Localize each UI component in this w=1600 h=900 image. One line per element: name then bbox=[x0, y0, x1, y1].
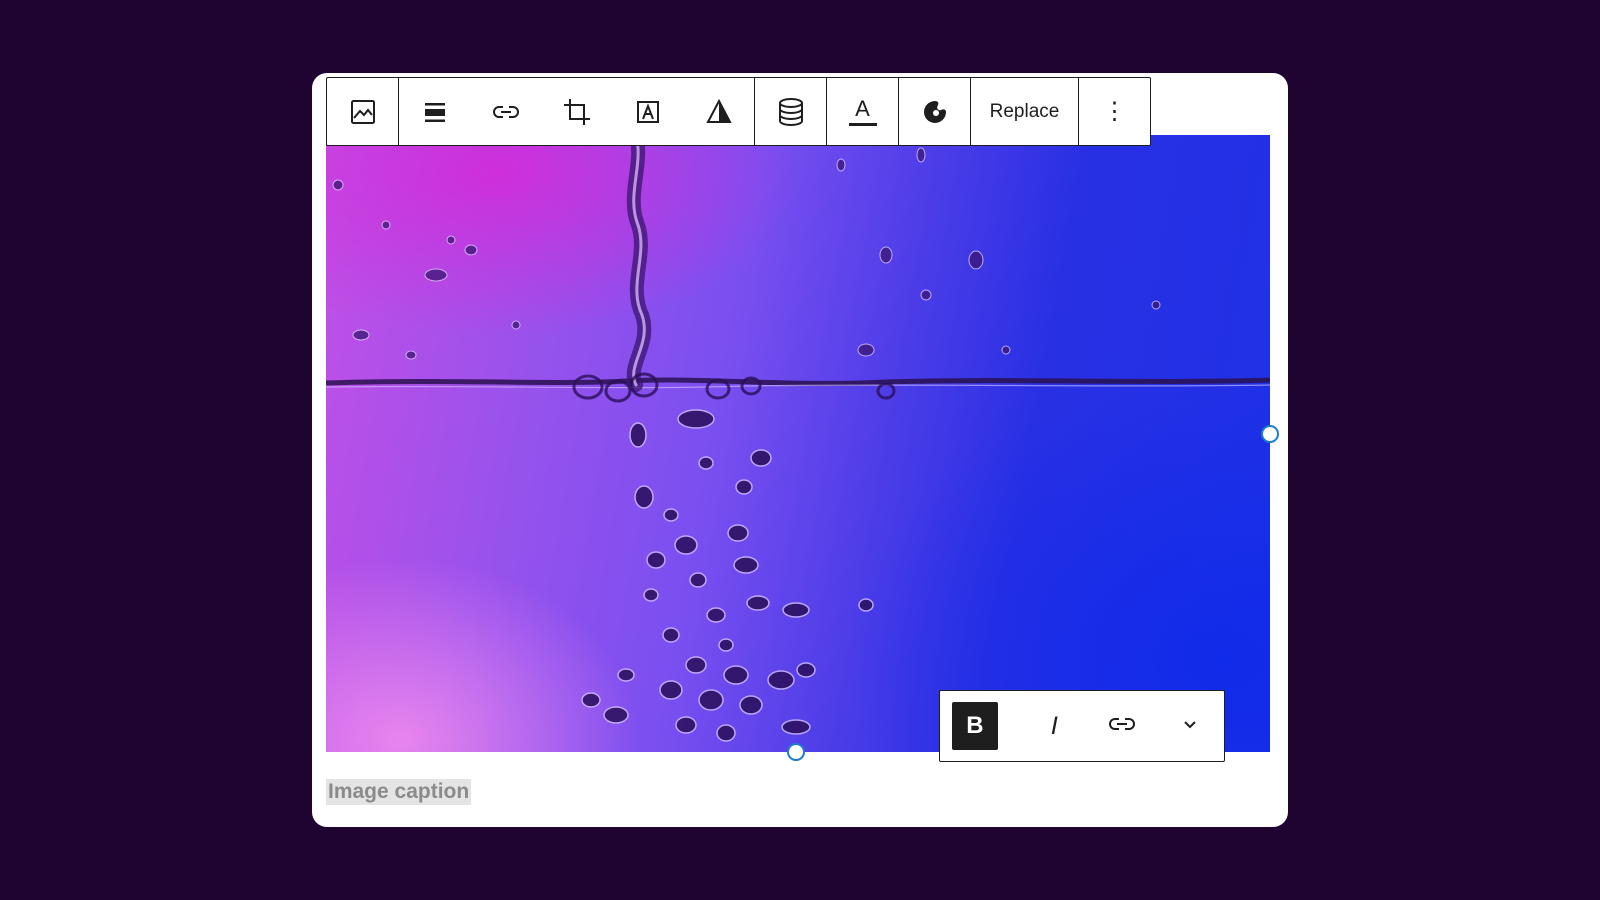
selected-image[interactable] bbox=[326, 135, 1270, 752]
chevron-down-icon bbox=[1180, 714, 1200, 739]
duotone-button[interactable] bbox=[683, 78, 754, 145]
align-icon bbox=[421, 98, 449, 126]
image-caption[interactable]: Image caption bbox=[326, 779, 472, 805]
text-color-glyph: A bbox=[855, 95, 870, 121]
block-type-group bbox=[327, 78, 399, 145]
data-group bbox=[755, 78, 827, 145]
image-icon bbox=[349, 98, 377, 126]
more-options-button[interactable]: ⋮ bbox=[1079, 78, 1150, 145]
crop-button[interactable] bbox=[541, 78, 612, 145]
italic-button[interactable]: I bbox=[1021, 702, 1089, 750]
water-splash-illustration bbox=[326, 135, 1270, 742]
bold-button[interactable]: B bbox=[952, 702, 998, 750]
palette-icon bbox=[921, 98, 949, 126]
italic-label: I bbox=[1051, 712, 1059, 740]
database-button[interactable] bbox=[755, 78, 826, 145]
image-block-button[interactable] bbox=[327, 78, 398, 145]
text-color-button[interactable]: A bbox=[827, 78, 898, 145]
crop-icon bbox=[562, 97, 592, 127]
text-overlay-button[interactable] bbox=[612, 78, 683, 145]
more-group: ⋮ bbox=[1079, 78, 1150, 145]
text-color-group: A bbox=[827, 78, 899, 145]
more-vertical-icon: ⋮ bbox=[1102, 98, 1127, 125]
replace-button[interactable]: Replace bbox=[971, 78, 1078, 145]
tools-group bbox=[399, 78, 755, 145]
palette-button[interactable] bbox=[899, 78, 970, 145]
image-block-card: A Replace ⋮ B I Image caption bbox=[312, 73, 1288, 827]
text-color-icon: A bbox=[848, 95, 877, 126]
link-button[interactable] bbox=[470, 78, 541, 145]
more-formats-button[interactable] bbox=[1156, 702, 1224, 750]
database-icon bbox=[777, 97, 805, 127]
format-toolbar: B I bbox=[939, 690, 1225, 762]
text-overlay-icon bbox=[634, 98, 662, 126]
duotone-icon bbox=[705, 98, 733, 126]
text-color-underline bbox=[848, 122, 877, 126]
resize-handle-bottom[interactable] bbox=[787, 743, 805, 761]
align-button[interactable] bbox=[399, 78, 470, 145]
replace-group: Replace bbox=[971, 78, 1079, 145]
block-toolbar: A Replace ⋮ bbox=[326, 77, 1151, 146]
palette-group bbox=[899, 78, 971, 145]
link-icon bbox=[491, 98, 521, 126]
link-icon bbox=[1107, 710, 1137, 743]
caption-link-button[interactable] bbox=[1089, 702, 1157, 750]
resize-handle-right[interactable] bbox=[1261, 425, 1279, 443]
